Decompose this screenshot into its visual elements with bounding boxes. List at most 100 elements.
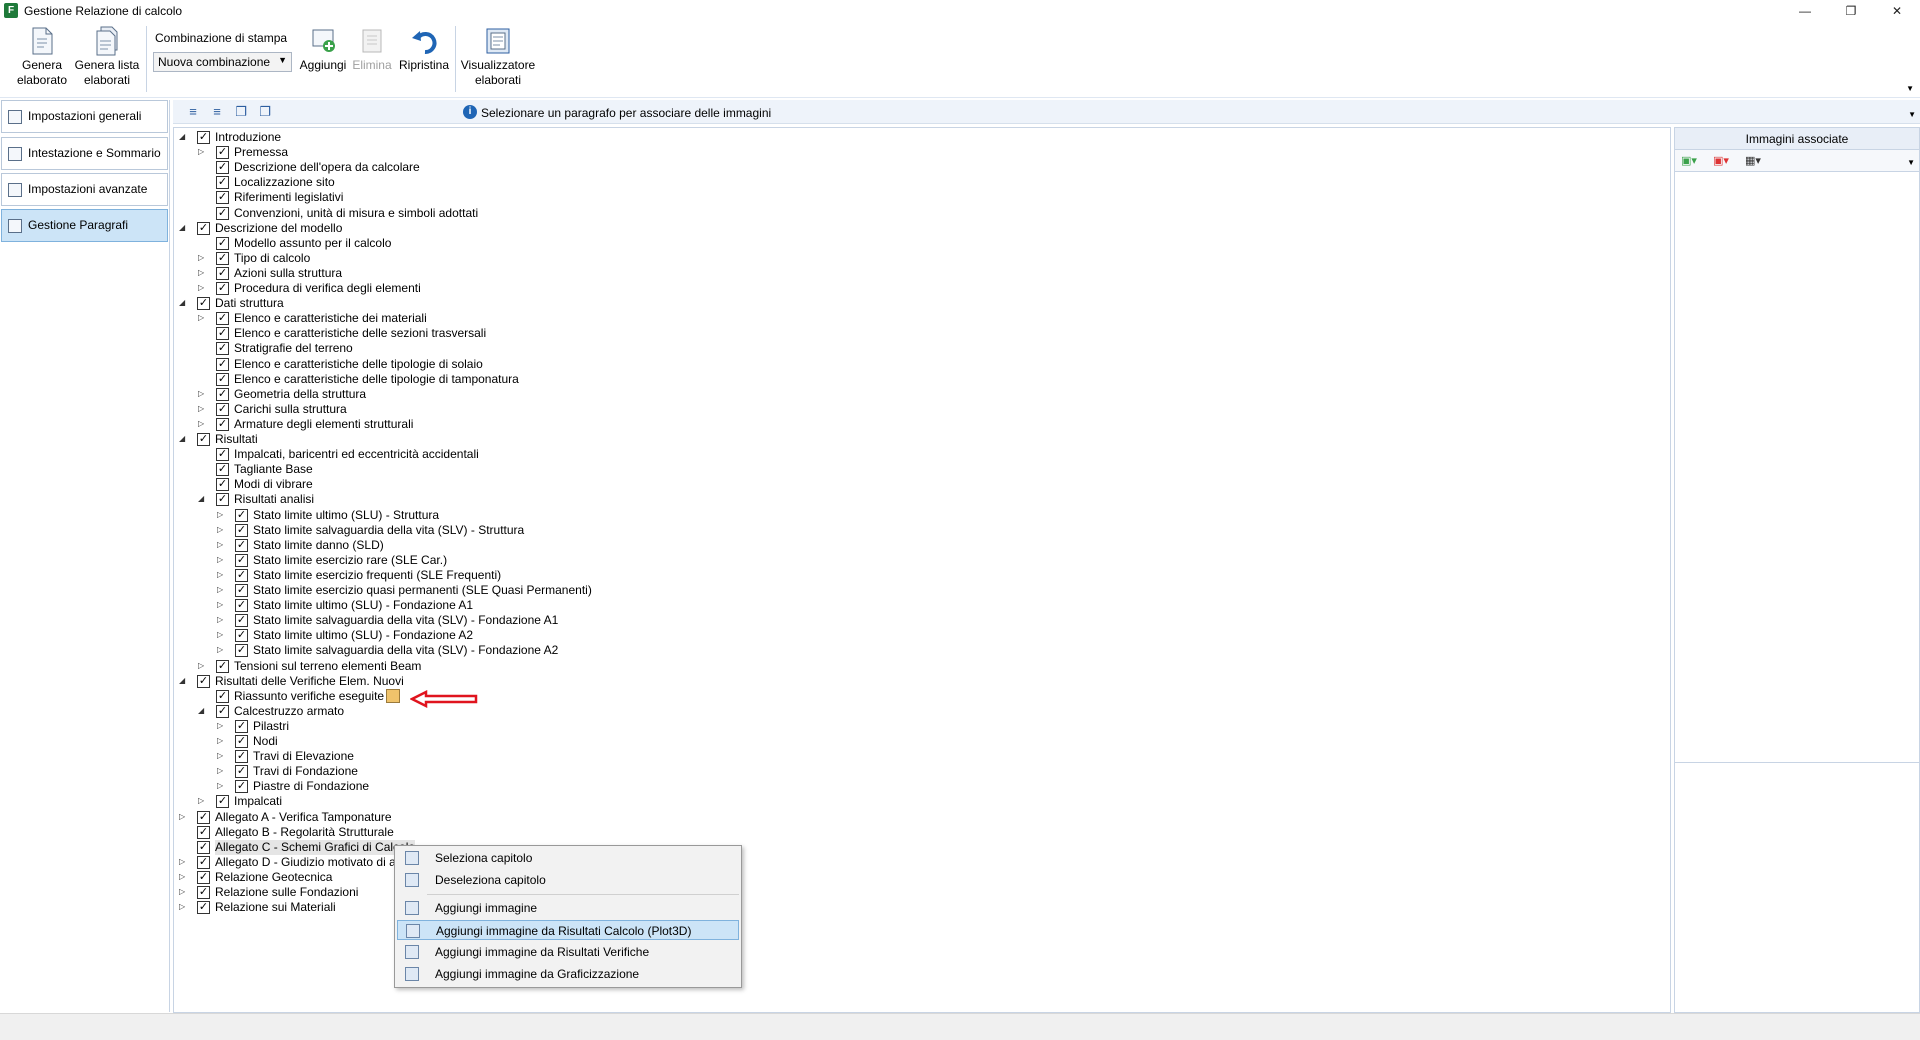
tree-checkbox[interactable]: ✓ [235, 538, 248, 552]
minimize-button[interactable]: — [1782, 0, 1828, 22]
tree-row[interactable]: ▷ ✓ Stato limite ultimo (SLU) - Fondazione… [174, 598, 1664, 613]
tree-checkbox[interactable]: ✓ [216, 282, 229, 295]
expand-icon[interactable]: ▷ [217, 599, 226, 611]
tree-row[interactable]: ▷ ✓ Stato limite esercizio quasi permanent… [174, 583, 1664, 598]
collapse-icon[interactable]: ◢ [179, 131, 188, 143]
expand-icon[interactable]: ▷ [198, 795, 207, 807]
menu-item-aggiungi-verifiche[interactable]: Aggiungi immagine da Risultati Verifiche [397, 942, 739, 962]
expand-icon[interactable]: ▷ [198, 403, 207, 415]
ribbon-collapse-icon[interactable]: ▼ [1906, 84, 1914, 93]
tree-row[interactable]: ✓ Localizzazione sito [174, 175, 1664, 190]
expand-icon[interactable]: ▷ [217, 780, 226, 792]
tree-checkbox[interactable]: ✓ [216, 689, 229, 703]
tree-row[interactable]: ▷ ✓ Armature degli elementi strutturali [174, 417, 1664, 432]
deselect-all-icon[interactable]: ❐ [257, 104, 273, 120]
collapse-all-icon[interactable]: ≡ [209, 104, 225, 120]
tree-row[interactable]: ◢ ✓ Risultati [174, 432, 1664, 447]
tree-row[interactable]: ▷ ✓ Stato limite ultimo (SLU) - Fondazione… [174, 628, 1664, 643]
sidebar-item-intestazione[interactable]: Intestazione e Sommario [1, 137, 168, 170]
expand-icon[interactable]: ▷ [179, 871, 188, 883]
expand-icon[interactable]: ▷ [179, 811, 188, 823]
tree-checkbox[interactable]: ✓ [216, 402, 229, 416]
tree-checkbox[interactable]: ✓ [235, 568, 248, 582]
tree-checkbox[interactable]: ✓ [235, 750, 248, 764]
expand-icon[interactable]: ▷ [179, 886, 188, 898]
expand-icon[interactable]: ▷ [198, 252, 207, 264]
tree-checkbox[interactable]: ✓ [216, 176, 229, 190]
tree-checkbox[interactable]: ✓ [197, 855, 210, 869]
toolstrip-overflow-icon[interactable]: ▼ [1908, 110, 1916, 119]
tree-checkbox[interactable]: ✓ [197, 810, 210, 824]
expand-icon[interactable]: ▷ [198, 267, 207, 279]
tree-row[interactable]: ◢ ✓ Risultati delle Verifiche Elem. Nuovi [174, 674, 1664, 689]
tree-row[interactable]: ◢ ✓ Risultati analisi [174, 492, 1664, 507]
tree-checkbox[interactable]: ✓ [216, 463, 229, 477]
tree-row[interactable]: ▷ ✓ Pilastri [174, 719, 1664, 734]
tree-row[interactable]: ▷ ✓ Travi di Fondazione [174, 764, 1664, 779]
expand-icon[interactable]: ▷ [198, 388, 207, 400]
expand-icon[interactable]: ▷ [217, 644, 226, 656]
collapse-icon[interactable]: ◢ [179, 675, 188, 687]
tree-row[interactable]: ✓ Modi di vibrare [174, 477, 1664, 492]
expand-icon[interactable]: ▷ [198, 282, 207, 294]
tree-row[interactable]: ▷ ✓ Stato limite esercizio frequenti (SLE … [174, 568, 1664, 583]
menu-item-seleziona-capitolo[interactable]: Seleziona capitolo [397, 848, 739, 868]
tree-row[interactable]: ▷ ✓ Travi di Elevazione [174, 749, 1664, 764]
tree-checkbox[interactable]: ✓ [216, 327, 229, 341]
tree-checkbox[interactable]: ✓ [235, 614, 248, 628]
expand-icon[interactable]: ▷ [217, 554, 226, 566]
expand-icon[interactable]: ▷ [179, 856, 188, 868]
tree-row[interactable]: ▷ ✓ Stato limite salvaguardia della vita (… [174, 643, 1664, 658]
menu-item-aggiungi-graficizzazione[interactable]: Aggiungi immagine da Graficizzazione [397, 964, 739, 984]
expand-icon[interactable]: ▷ [198, 660, 207, 672]
tree-row[interactable]: ✓ Descrizione dell'opera da calcolare [174, 160, 1664, 175]
tree-row[interactable]: ✓ Allegato B - Regolarità Strutturale [174, 825, 1664, 840]
elimina-button[interactable]: Elimina [350, 26, 394, 73]
expand-icon[interactable]: ▷ [217, 735, 226, 747]
expand-icon[interactable]: ▷ [198, 146, 207, 158]
tree-row[interactable]: ✓ Elenco e caratteristiche delle sezioni … [174, 326, 1664, 341]
tree-checkbox[interactable]: ✓ [197, 221, 210, 235]
tree-row[interactable]: ▷ ✓ Tensioni sul terreno elementi Beam [174, 659, 1664, 674]
ripristina-button[interactable]: Ripristina [398, 26, 450, 73]
tree-checkbox[interactable]: ✓ [235, 599, 248, 613]
tree-checkbox[interactable]: ✓ [197, 674, 210, 688]
menu-item-deseleziona-capitolo[interactable]: Deseleziona capitolo [397, 870, 739, 890]
expand-icon[interactable]: ▷ [217, 509, 226, 521]
expand-icon[interactable]: ▷ [217, 765, 226, 777]
tree-row[interactable]: ▷ ✓ Stato limite danno (SLD) [174, 538, 1664, 553]
tree-row[interactable]: ◢ ✓ Calcestruzzo armato [174, 704, 1664, 719]
tree-row[interactable]: ▷ ✓ Premessa [174, 145, 1664, 160]
tree-row[interactable]: ◢ ✓ Descrizione del modello [174, 221, 1664, 236]
add-image-icon[interactable]: ▣▾ [1681, 154, 1701, 168]
tree-checkbox[interactable]: ✓ [216, 191, 229, 205]
tree-checkbox[interactable]: ✓ [216, 659, 229, 673]
expand-icon[interactable]: ▷ [217, 584, 226, 596]
collapse-icon[interactable]: ◢ [179, 433, 188, 445]
tree-row[interactable]: ▷ ✓ Elenco e caratteristiche dei materiali [174, 311, 1664, 326]
tree-checkbox[interactable]: ✓ [216, 704, 229, 718]
expand-icon[interactable]: ▷ [217, 539, 226, 551]
tree-row[interactable]: ✓ Elenco e caratteristiche delle tipologi… [174, 372, 1664, 387]
tree-checkbox[interactable]: ✓ [235, 644, 248, 658]
expand-icon[interactable]: ▷ [217, 720, 226, 732]
sidebar-item-gestione-paragrafi[interactable]: Gestione Paragrafi [1, 209, 168, 242]
tree-checkbox[interactable]: ✓ [216, 251, 229, 265]
tree-row[interactable]: ▷ ✓ Allegato A - Verifica Tamponature [174, 810, 1664, 825]
tree-checkbox[interactable]: ✓ [216, 478, 229, 492]
sidebar-item-impostazioni-avanzate[interactable]: Impostazioni avanzate [1, 173, 168, 206]
expand-icon[interactable]: ▷ [217, 569, 226, 581]
tree-checkbox[interactable]: ✓ [197, 131, 210, 144]
aggiungi-button[interactable]: Aggiungi [298, 26, 348, 73]
tree-checkbox[interactable]: ✓ [216, 417, 229, 431]
tree-checkbox[interactable]: ✓ [197, 870, 210, 884]
expand-icon[interactable]: ▷ [217, 750, 226, 762]
tree-row[interactable]: ▷ ✓ Stato limite esercizio rare (SLE Car.) [174, 553, 1664, 568]
tree-checkbox[interactable]: ✓ [216, 387, 229, 401]
tree-checkbox[interactable]: ✓ [216, 312, 229, 326]
expand-all-icon[interactable]: ≡ [185, 104, 201, 120]
tree-checkbox[interactable]: ✓ [197, 825, 210, 839]
tree-row[interactable]: ▷ ✓ Stato limite ultimo (SLU) - Struttura [174, 508, 1664, 523]
tree-row[interactable]: ✓ Stratigrafie del terreno [174, 341, 1664, 356]
tree-checkbox[interactable]: ✓ [235, 735, 248, 748]
